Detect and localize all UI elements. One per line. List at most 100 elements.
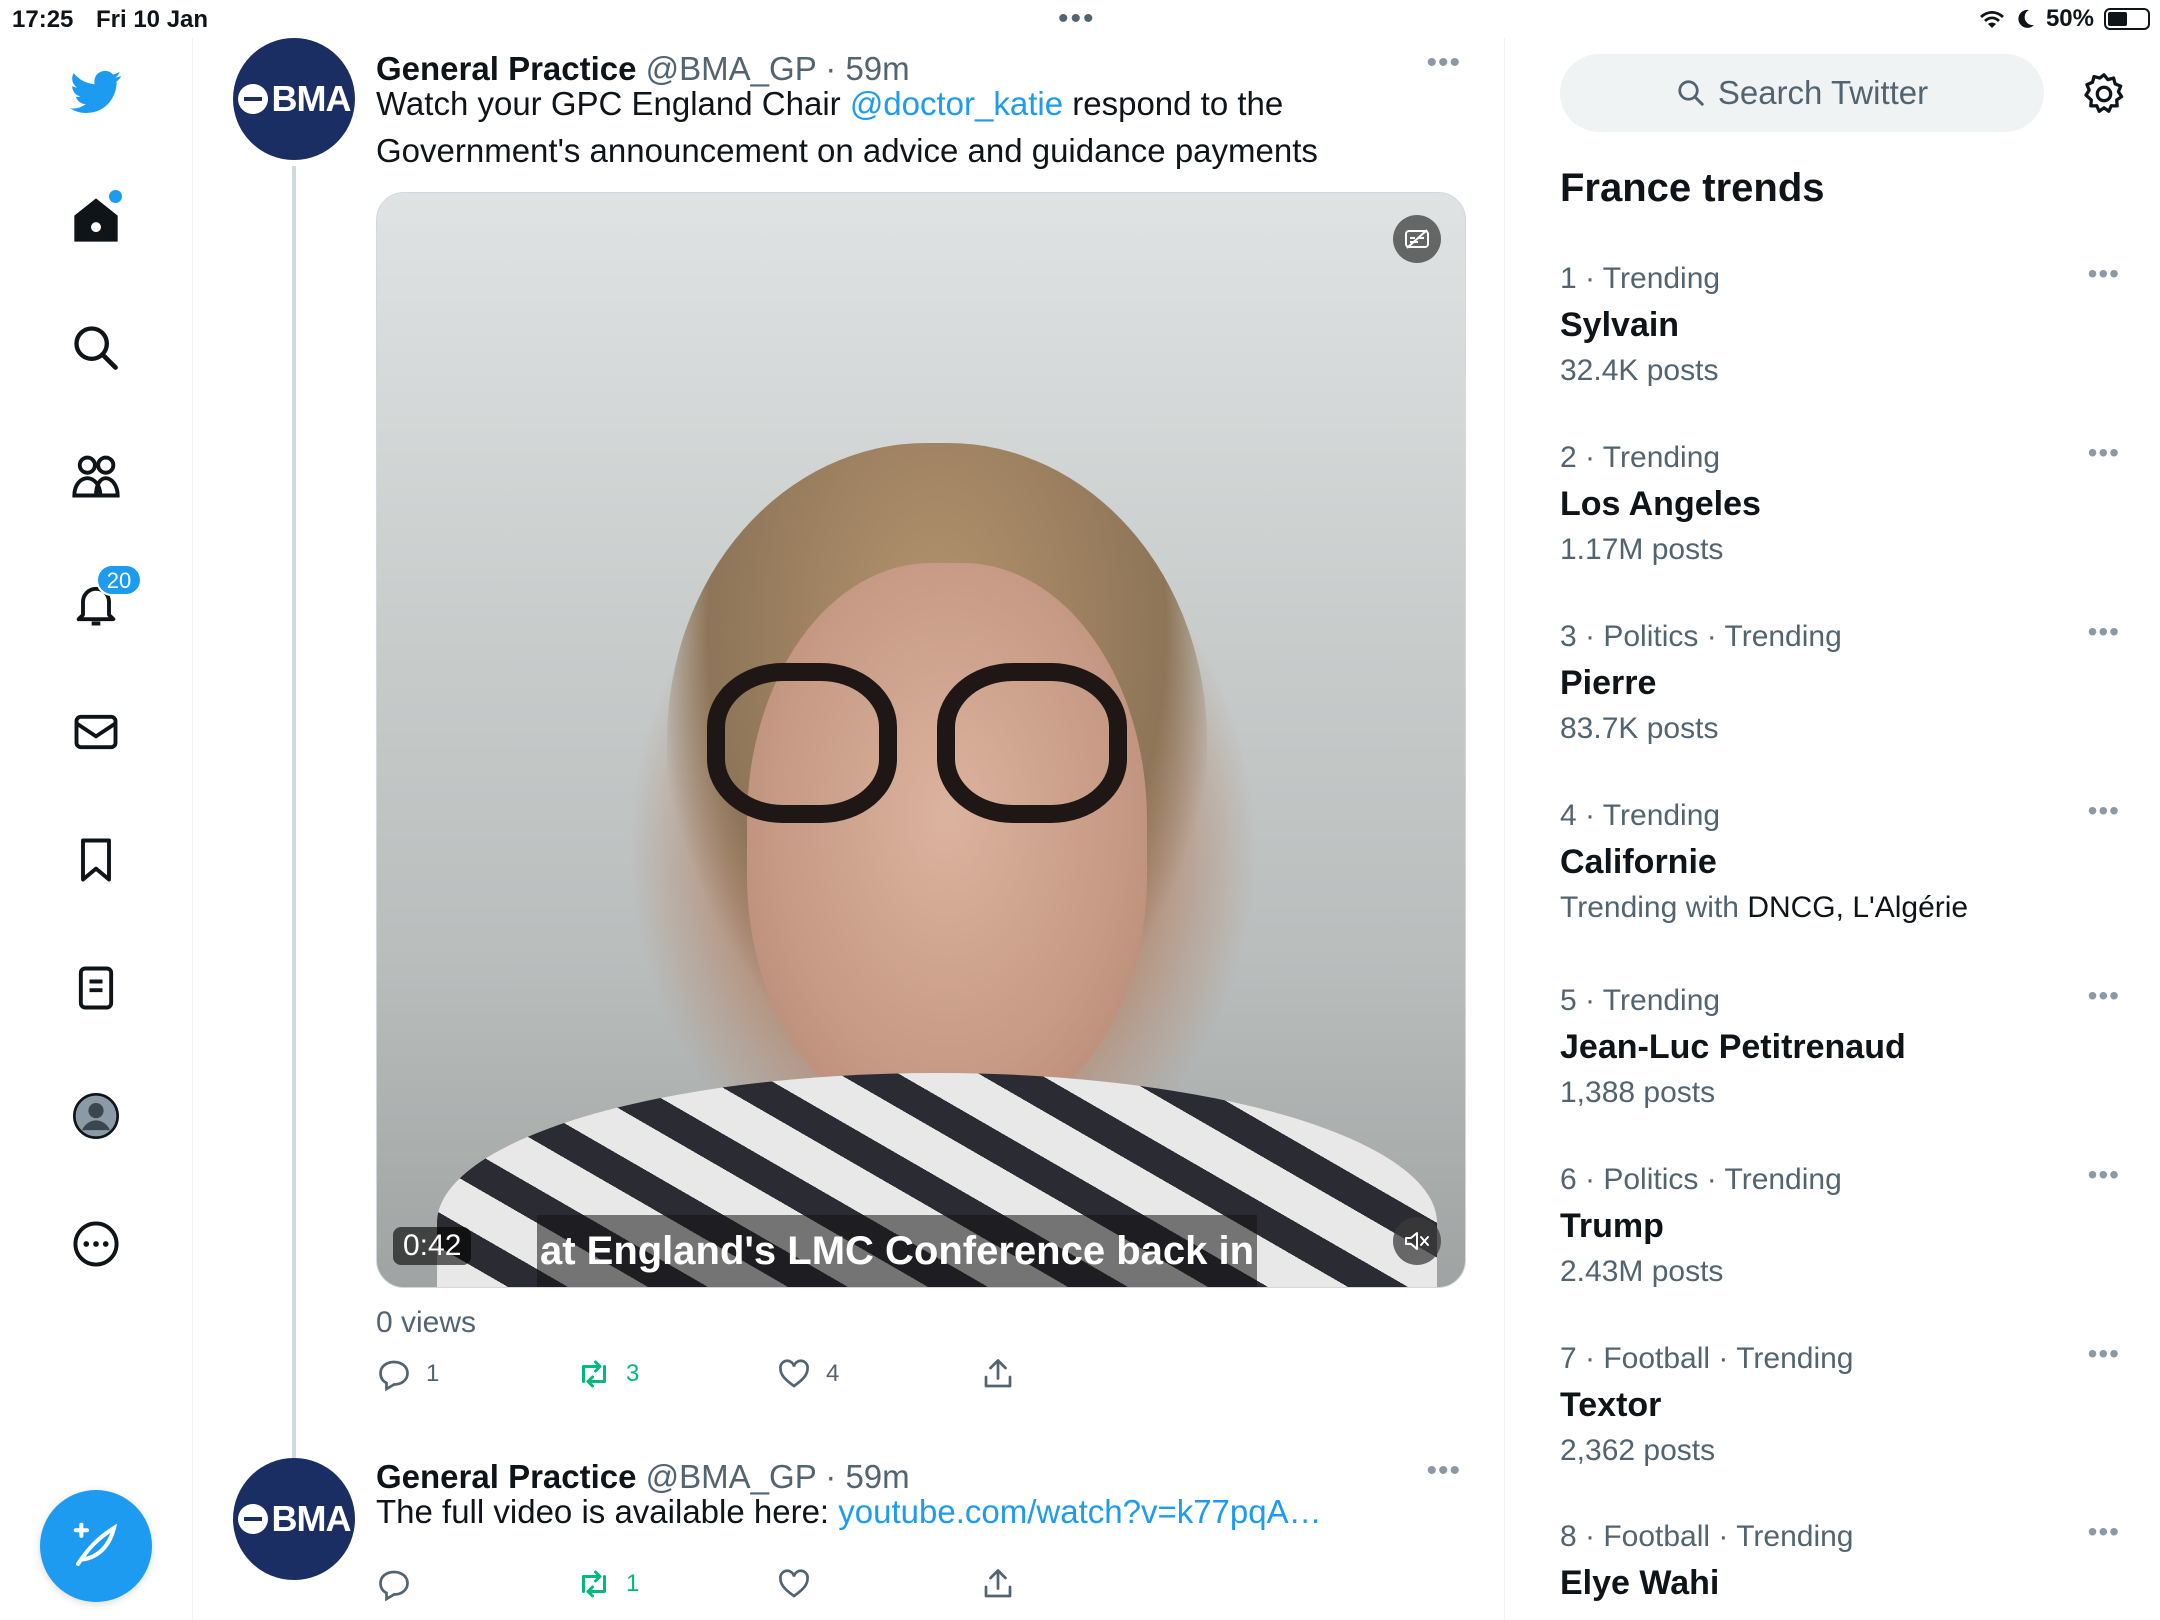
like-button[interactable] <box>776 1566 826 1602</box>
status-bar: 17:25 Fri 10 Jan ••• 50% <box>0 0 2160 38</box>
search-input[interactable]: Search Twitter <box>1560 54 2044 132</box>
avatar[interactable]: BMA <box>233 1458 355 1580</box>
trend-item[interactable]: 3 · Politics · Trending Pierre 83.7K pos… <box>1560 616 2120 780</box>
avatar-text: BMA <box>271 78 352 119</box>
share-button[interactable] <box>980 1356 1016 1392</box>
communities-icon[interactable] <box>62 442 130 510</box>
bma-logo-icon <box>237 84 268 114</box>
trend-name: Pierre <box>1560 664 1657 702</box>
trend-context: 7 · Football · Trending <box>1560 1342 1854 1375</box>
trend-name: Jean-Luc Petitrenaud <box>1560 1028 1906 1066</box>
trend-count: 2.43M posts <box>1560 1255 1724 1288</box>
trend-name: Californie <box>1560 843 1717 881</box>
trend-item[interactable]: 1 · Trending Sylvain 32.4K posts ••• <box>1560 258 2120 422</box>
video-link[interactable]: youtube.com/watch?v=k77pqA… <box>838 1493 1321 1530</box>
search-icon <box>1678 80 1704 106</box>
trend-count: Trending with DNCG, L'Algérie <box>1560 891 1969 924</box>
trend-more-icon[interactable]: ••• <box>2088 1159 2120 1191</box>
share-icon <box>984 1569 1012 1598</box>
trend-context: 1 · Trending <box>1560 262 1721 295</box>
trend-more-icon[interactable]: ••• <box>2088 980 2120 1012</box>
trend-more-icon[interactable]: ••• <box>2088 1338 2120 1370</box>
retweet-count: 1 <box>626 1570 640 1597</box>
left-nav: 20 <box>0 38 193 1620</box>
trend-item[interactable]: 5 · Trending Jean-Luc Petitrenaud 1,388 … <box>1560 980 2120 1144</box>
heart-icon <box>779 1359 809 1388</box>
thread-connector <box>292 166 296 1466</box>
lists-icon[interactable] <box>62 954 130 1022</box>
battery-icon <box>2104 8 2150 30</box>
tweet-actions: 1 <box>376 1566 1276 1606</box>
trend-more-icon[interactable]: ••• <box>2088 437 2120 469</box>
trend-item[interactable]: 2 · Trending Los Angeles 1.17M posts ••• <box>1560 437 2120 601</box>
trend-name: Textor <box>1560 1386 1662 1424</box>
twitter-logo-icon[interactable] <box>62 58 130 126</box>
trend-count: 1,388 posts <box>1560 1076 1716 1109</box>
bma-logo-icon <box>237 1504 268 1534</box>
tweet-text: The full video is available here: youtub… <box>376 1493 1322 1530</box>
compose-feather-icon <box>73 1522 118 1567</box>
compose-tweet-button[interactable] <box>40 1490 152 1602</box>
notifications-count-badge: 20 <box>96 564 142 596</box>
trend-item[interactable]: 8 · Football · Trending Elye Wahi ••• <box>1560 1516 2120 1620</box>
bookmarks-icon[interactable] <box>62 826 130 894</box>
share-icon <box>984 1359 1012 1388</box>
trend-context: 4 · Trending <box>1560 799 1721 832</box>
trends-title: France trends <box>1560 166 1825 210</box>
notifications-bell-icon[interactable]: 20 <box>62 564 142 638</box>
video-player[interactable]: 0:42 at England's LMC Conference back in <box>376 192 1466 1288</box>
trend-name: Trump <box>1560 1207 1664 1245</box>
trend-count: 2,362 posts <box>1560 1434 1716 1467</box>
trend-count: 32.4K posts <box>1560 354 1719 387</box>
search-placeholder: Search Twitter <box>1717 74 1929 111</box>
trend-item[interactable]: 6 · Politics · Trending Trump 2.43M post… <box>1560 1159 2120 1323</box>
trend-item[interactable]: 4 · Trending Californie Trending with DN… <box>1560 795 2120 959</box>
tweet-text: Watch your GPC England Chair @doctor_kat… <box>376 85 1318 169</box>
reply-count: 1 <box>426 1360 440 1387</box>
trend-name: Los Angeles <box>1560 485 1761 523</box>
trend-context: 3 · Politics · Trending <box>1560 620 1842 653</box>
views-count: 0 views <box>376 1306 477 1339</box>
right-sidebar: Search Twitter France trends 1 · Trendin… <box>1506 38 2160 1620</box>
profile-avatar-icon[interactable] <box>62 1082 130 1150</box>
reply-button[interactable] <box>376 1566 426 1602</box>
trend-more-icon[interactable]: ••• <box>2088 258 2120 290</box>
tweet-more-icon[interactable]: ••• <box>1426 46 1461 80</box>
retweet-button[interactable]: 1 <box>576 1566 639 1602</box>
trend-context: 5 · Trending <box>1560 984 1721 1017</box>
trend-more-icon[interactable]: ••• <box>2088 795 2120 827</box>
more-options-icon[interactable] <box>62 1210 130 1278</box>
video-duration: 0:42 <box>393 1227 472 1265</box>
retweet-icon <box>582 1360 606 1388</box>
share-button[interactable] <box>980 1566 1016 1602</box>
reply-button[interactable]: 1 <box>376 1356 439 1392</box>
retweet-icon <box>582 1570 606 1598</box>
trend-more-icon[interactable]: ••• <box>2088 616 2120 648</box>
trend-count: 83.7K posts <box>1560 712 1719 745</box>
wifi-icon <box>1979 11 2004 28</box>
trend-item[interactable]: 7 · Football · Trending Textor 2,362 pos… <box>1560 1338 2120 1502</box>
messages-envelope-icon[interactable] <box>62 698 130 766</box>
multitasking-dots-icon[interactable]: ••• <box>1058 2 1096 36</box>
explore-search-icon[interactable] <box>62 314 130 382</box>
trend-more-icon[interactable]: ••• <box>2088 1516 2120 1548</box>
trending-with-terms[interactable]: DNCG, L'Algérie <box>1747 891 1968 924</box>
avatar[interactable]: BMA <box>233 38 355 160</box>
tweet-actions: 1 3 4 <box>376 1356 1276 1396</box>
like-button[interactable]: 4 <box>776 1356 839 1392</box>
heart-icon <box>779 1569 809 1598</box>
home-icon[interactable] <box>62 186 130 254</box>
trend-count: 1.17M posts <box>1560 533 1724 566</box>
captions-icon[interactable] <box>1393 215 1441 263</box>
status-time: 17:25 <box>12 6 74 33</box>
avatar-text: BMA <box>271 1498 352 1539</box>
mention-link[interactable]: @doctor_katie <box>850 85 1063 122</box>
retweet-button[interactable]: 3 <box>576 1356 639 1392</box>
trend-name: Elye Wahi <box>1560 1564 1720 1602</box>
reply-icon <box>379 1360 409 1392</box>
mute-icon[interactable] <box>1393 1217 1441 1265</box>
timeline: BMA General Practice @BMA_GP · 59m ••• W… <box>193 38 1505 1620</box>
tweet-more-icon[interactable]: ••• <box>1426 1454 1461 1488</box>
like-count: 4 <box>826 1360 840 1387</box>
settings-gear-icon[interactable] <box>2076 66 2132 122</box>
